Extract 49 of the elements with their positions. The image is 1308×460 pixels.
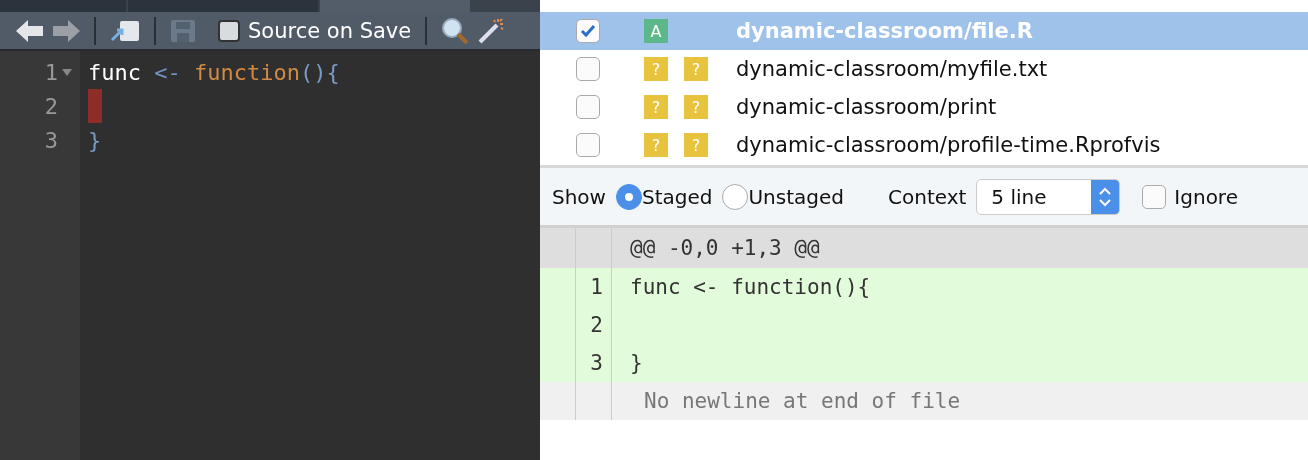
magic-wand-icon[interactable]	[477, 16, 506, 45]
new-line-number: 2	[590, 313, 603, 337]
stage-checkbox[interactable]	[576, 133, 600, 157]
stage-checkbox[interactable]	[576, 19, 600, 43]
file-path: dynamic-classroom/myfile.txt	[736, 57, 1048, 81]
back-icon[interactable]	[16, 18, 44, 43]
ignore-checkbox[interactable]	[1142, 184, 1167, 209]
stage-checkbox[interactable]	[576, 57, 600, 81]
fold-icon[interactable]	[62, 68, 72, 76]
search-icon[interactable]	[441, 16, 470, 45]
staged-status: ?	[644, 133, 668, 157]
forward-icon[interactable]	[52, 18, 80, 43]
staged-status: A	[644, 19, 668, 43]
context-label: Context	[888, 184, 967, 209]
file-path: dynamic-classroom/print	[736, 95, 997, 119]
stage-checkbox[interactable]	[576, 95, 600, 119]
staged-status: ?	[644, 95, 668, 119]
context-select[interactable]: 5 line	[976, 178, 1121, 215]
radio-label: Staged	[641, 184, 713, 209]
source-on-save-checkbox[interactable]	[218, 19, 240, 42]
hunk-header: @@ -0,0 +1,3 @@	[630, 236, 820, 260]
unstaged-status: ?	[684, 95, 708, 119]
line-number: 3	[44, 127, 58, 153]
file-path: dynamic-classroom/profile-time.Rprofvis	[736, 133, 1161, 157]
unstaged-status: ?	[684, 57, 708, 81]
line-number: 1	[44, 59, 58, 85]
diff-note: No newline at end of file	[644, 389, 961, 413]
diff-line: }	[630, 351, 643, 375]
radio-button[interactable]	[615, 183, 642, 210]
radio-label: Unstaged	[748, 184, 844, 209]
line-number: 2	[44, 93, 58, 119]
file-row[interactable]: ? ? dynamic-classroom/profile-time.Rprofvis	[540, 126, 1308, 164]
diff-line: func <- function(){	[630, 275, 871, 299]
new-line-number: 1	[590, 275, 603, 299]
file-row[interactable]: ? ? dynamic-classroom/print	[540, 88, 1308, 126]
code-line: func <- function(){	[88, 59, 340, 85]
staged-status: ?	[644, 57, 668, 81]
file-path: dynamic-classroom/file.R	[736, 19, 1033, 43]
stepper-icon	[1098, 185, 1113, 208]
ignore-label: Ignore	[1174, 184, 1238, 209]
show-in-window-icon[interactable]	[110, 19, 140, 42]
file-row[interactable]: ? ? dynamic-classroom/myfile.txt	[540, 50, 1308, 88]
source-on-save-label: Source on Save	[248, 18, 412, 43]
new-line-number: 3	[590, 351, 603, 375]
radio-button[interactable]	[722, 183, 749, 210]
unstaged-status: ?	[684, 133, 708, 157]
code-line: }	[88, 127, 102, 153]
show-label: Show	[552, 184, 606, 209]
checkmark-icon	[580, 24, 596, 38]
